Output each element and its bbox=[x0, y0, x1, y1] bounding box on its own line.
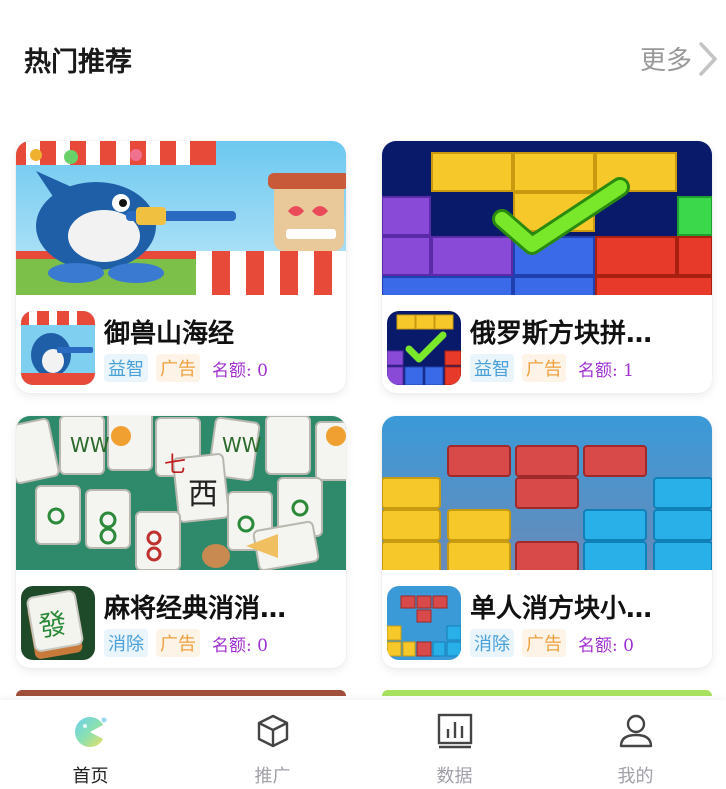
ad-tag: 广告 bbox=[156, 629, 200, 657]
game-tags: 消除 广告 名额: 0 bbox=[104, 629, 272, 657]
game-card[interactable]: 俄罗斯方块拼… 益智 广告 名额: 1 bbox=[382, 141, 712, 393]
game-name: 单人消方块小… bbox=[470, 594, 653, 624]
bottom-tab-bar: 首页 推广 数据 我的 bbox=[0, 700, 726, 789]
game-tags: 消除 广告 名额: 0 bbox=[470, 629, 638, 657]
game-name: 俄罗斯方块拼… bbox=[470, 319, 653, 349]
tab-promote[interactable]: 推广 bbox=[182, 700, 363, 789]
tab-label: 首页 bbox=[72, 766, 109, 787]
tab-label: 数据 bbox=[436, 766, 473, 787]
bar-chart-icon bbox=[437, 713, 473, 749]
quota-label: 名额: 1 bbox=[578, 360, 634, 381]
game-name: 御兽山海经 bbox=[104, 319, 235, 349]
game-icon: 發 bbox=[21, 586, 95, 660]
game-banner bbox=[16, 141, 346, 295]
category-tag: 消除 bbox=[470, 629, 514, 657]
game-icon bbox=[21, 311, 95, 385]
category-tag: 消除 bbox=[104, 629, 148, 657]
category-tag: 益智 bbox=[470, 354, 514, 382]
tab-label: 我的 bbox=[617, 766, 654, 787]
game-card[interactable]: 单人消方块小… 消除 广告 名额: 0 bbox=[382, 416, 712, 668]
game-banner: 西 七 WW WW bbox=[16, 416, 346, 570]
tab-label: 推广 bbox=[254, 766, 291, 787]
home-planet-icon bbox=[75, 717, 107, 747]
category-tag: 益智 bbox=[104, 354, 148, 382]
tab-mine[interactable]: 我的 bbox=[545, 700, 726, 789]
svg-text:WW: WW bbox=[70, 433, 110, 457]
tab-data[interactable]: 数据 bbox=[364, 700, 545, 789]
quota-label: 名额: 0 bbox=[578, 635, 634, 656]
game-card[interactable]: 西 七 WW WW 發 麻将经典消消… 消除 广告 名额: 0 bbox=[16, 416, 346, 668]
next-card-peek bbox=[382, 690, 712, 696]
game-banner bbox=[382, 141, 712, 295]
ad-tag: 广告 bbox=[156, 354, 200, 382]
game-banner bbox=[382, 416, 712, 570]
game-tags: 益智 广告 名额: 0 bbox=[104, 354, 272, 382]
game-icon bbox=[387, 311, 461, 385]
ad-tag: 广告 bbox=[522, 629, 566, 657]
quota-label: 名额: 0 bbox=[212, 360, 268, 381]
game-icon bbox=[387, 586, 461, 660]
game-grid: 御兽山海经 益智 广告 名额: 0 俄罗斯方块拼… 益智 广告 名额: 1 西 … bbox=[0, 0, 726, 700]
svg-text:七: 七 bbox=[164, 453, 186, 478]
svg-text:西: 西 bbox=[188, 477, 218, 512]
cube-icon bbox=[257, 714, 289, 748]
game-name: 麻将经典消消… bbox=[104, 594, 287, 624]
quota-label: 名额: 0 bbox=[212, 635, 268, 656]
ad-tag: 广告 bbox=[522, 354, 566, 382]
tab-home[interactable]: 首页 bbox=[0, 700, 181, 789]
next-card-peek bbox=[16, 690, 346, 696]
svg-text:WW: WW bbox=[222, 433, 262, 457]
svg-text:發: 發 bbox=[36, 606, 69, 643]
game-card[interactable]: 御兽山海经 益智 广告 名额: 0 bbox=[16, 141, 346, 393]
user-icon bbox=[619, 714, 653, 748]
game-tags: 益智 广告 名额: 1 bbox=[470, 354, 638, 382]
